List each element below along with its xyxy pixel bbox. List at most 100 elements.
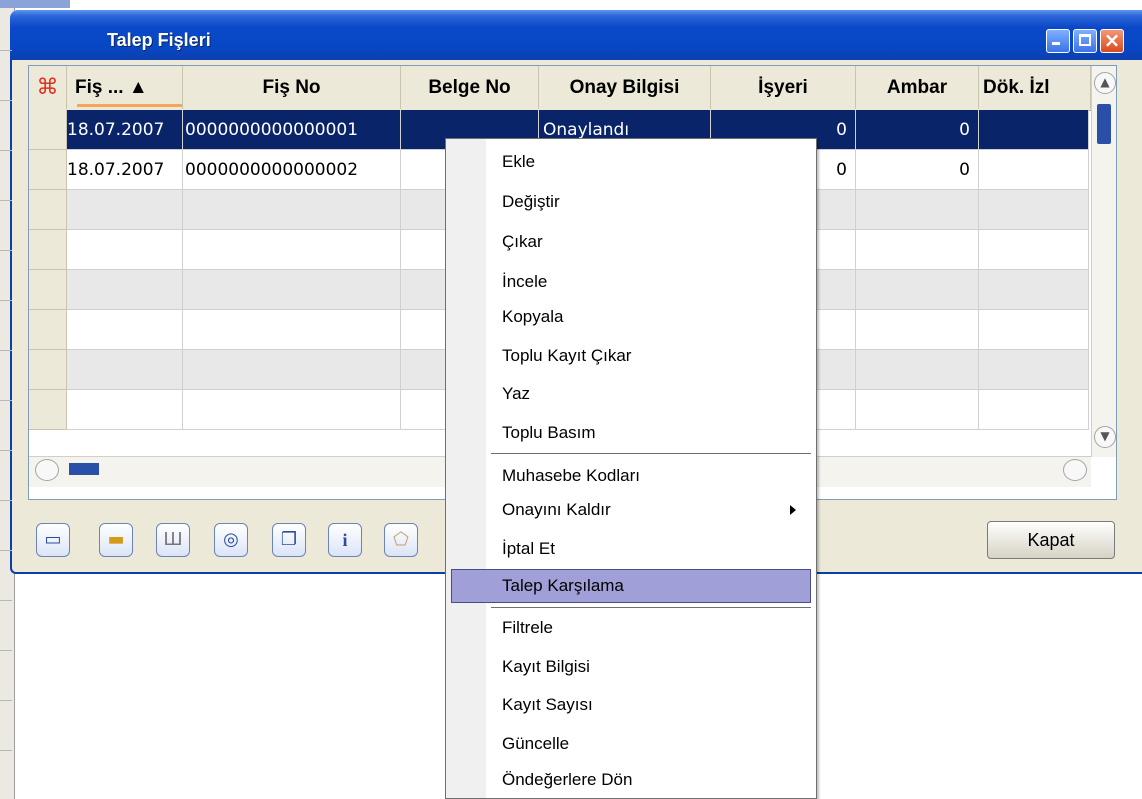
empty-cell [183,270,401,310]
empty-cell [856,190,979,230]
cell-fis-no: 0000000000000001 [183,110,401,150]
menu-item-muhasebe-kodlari[interactable]: Muhasebe Kodları [502,459,640,493]
scroll-up-button[interactable]: ▲ [1094,72,1116,94]
menu-item-kopyala[interactable]: Kopyala [502,300,563,334]
background-tick [0,450,12,451]
menu-item-toplu-basim[interactable]: Toplu Basım [502,416,596,450]
empty-cell [183,350,401,390]
empty-cell [67,390,183,430]
column-header-onay-bilgisi[interactable]: Onay Bilgisi [539,66,711,109]
empty-cell [856,270,979,310]
context-menu: Ekle Değiştir Çıkar İncele Kopyala Toplu… [445,138,817,799]
empty-cell [856,310,979,350]
title-bar[interactable]: Talep Fişleri × [10,10,1142,60]
empty-cell [979,350,1089,390]
maximize-button[interactable] [1073,29,1097,53]
menu-item-guncelle[interactable]: Güncelle [502,727,569,761]
column-header-date-label: Fiş ... ▲ [75,77,148,98]
minimize-button[interactable] [1046,29,1070,53]
empty-cell [183,190,401,230]
empty-cell [979,390,1089,430]
cell-date: 18.07.2007 [67,110,183,150]
menu-item-onayini-kaldir[interactable]: Onayını Kaldır [502,493,611,527]
empty-cell [979,230,1089,270]
copy-document-icon[interactable]: ❐ [272,523,306,557]
preview-zoom-icon[interactable]: ◎ [214,523,248,557]
delete-trash-icon[interactable]: Ш [156,523,190,557]
menu-gutter [446,139,486,798]
empty-cell [183,390,401,430]
sort-indicator [77,104,182,107]
close-icon: × [1103,28,1121,52]
column-header-fis-no[interactable]: Fiş No [183,66,401,109]
kapat-button-label: Kapat [1027,530,1075,550]
background-tick [0,350,12,351]
empty-cell [856,390,979,430]
vertical-scroll-thumb[interactable] [1097,104,1111,144]
scroll-down-button[interactable]: ▼ [1094,426,1116,448]
maximize-icon [1079,34,1091,46]
menu-item-cikar[interactable]: Çıkar [502,225,543,259]
menu-item-yaz[interactable]: Yaz [502,377,530,411]
background-tick [0,250,12,251]
menu-item-kayit-sayisi[interactable]: Kayıt Sayısı [502,688,593,722]
new-document-icon[interactable]: ▭ [36,523,70,557]
empty-cell [979,270,1089,310]
background-tick [0,550,12,551]
menu-separator [491,453,811,454]
empty-cell [67,350,183,390]
empty-cell [979,310,1089,350]
background-tick [0,400,12,401]
menu-item-iptal-et[interactable]: İptal Et [502,532,555,566]
column-header-date[interactable]: Fiş ... ▲ [67,66,183,109]
empty-cell [979,190,1089,230]
background-tick [0,200,12,201]
menu-item-degistir[interactable]: Değiştir [502,185,560,219]
empty-cell [183,310,401,350]
empty-cell [67,190,183,230]
info-icon[interactable]: i [328,523,362,557]
background-tick [0,500,12,501]
row-indicator[interactable] [29,150,67,190]
background-tick [0,650,12,651]
column-header-belge-no[interactable]: Belge No [401,66,539,109]
empty-cell [183,230,401,270]
horizontal-scroll-thumb[interactable] [69,463,99,475]
column-chooser-icon[interactable]: ⌘ [29,66,67,109]
vertical-scrollbar[interactable]: ▲ ▼ [1091,66,1116,457]
cell-dok-izl [979,150,1089,190]
kapat-button[interactable]: Kapat [987,521,1115,559]
column-header-ambar[interactable]: Ambar [856,66,979,109]
background-tick [0,750,12,751]
menu-item-incele[interactable]: İncele [502,265,547,299]
menu-item-ondegerlere-don[interactable]: Öndeğerlere Dön [502,763,632,797]
cell-dok-izl [979,110,1089,150]
scroll-left-button[interactable] [35,459,59,481]
close-window-button[interactable]: × [1100,28,1124,53]
menu-item-filtrele[interactable]: Filtrele [502,611,553,645]
column-header-dok-izl[interactable]: Dök. İzl [979,66,1091,109]
report-icon[interactable]: ⬠ [384,523,418,557]
row-indicator[interactable] [29,110,67,150]
menu-item-kayit-bilgisi[interactable]: Kayıt Bilgisi [502,650,590,684]
submenu-arrow-icon [790,505,796,515]
cell-ambar: 0 [856,150,979,190]
row-indicator [29,190,67,230]
empty-cell [67,310,183,350]
background-tick [0,150,12,151]
grid-header: ⌘ Fiş ... ▲ Fiş No Belge No Onay Bilgisi… [29,66,1091,111]
row-indicator [29,390,67,430]
empty-cell [67,230,183,270]
row-indicator [29,270,67,310]
cell-ambar: 0 [856,110,979,150]
menu-item-ekle[interactable]: Ekle [502,145,535,179]
background-tick [0,50,12,51]
empty-cell [856,350,979,390]
open-folder-icon[interactable]: ▬ [99,523,133,557]
menu-item-toplu-kayit-cikar[interactable]: Toplu Kayıt Çıkar [502,339,631,373]
cell-date: 18.07.2007 [67,150,183,190]
background-tick [0,600,12,601]
scroll-right-button[interactable] [1063,459,1087,481]
menu-item-talep-karsilama[interactable]: Talep Karşılama [502,569,624,603]
column-header-isyeri[interactable]: İşyeri [711,66,856,109]
